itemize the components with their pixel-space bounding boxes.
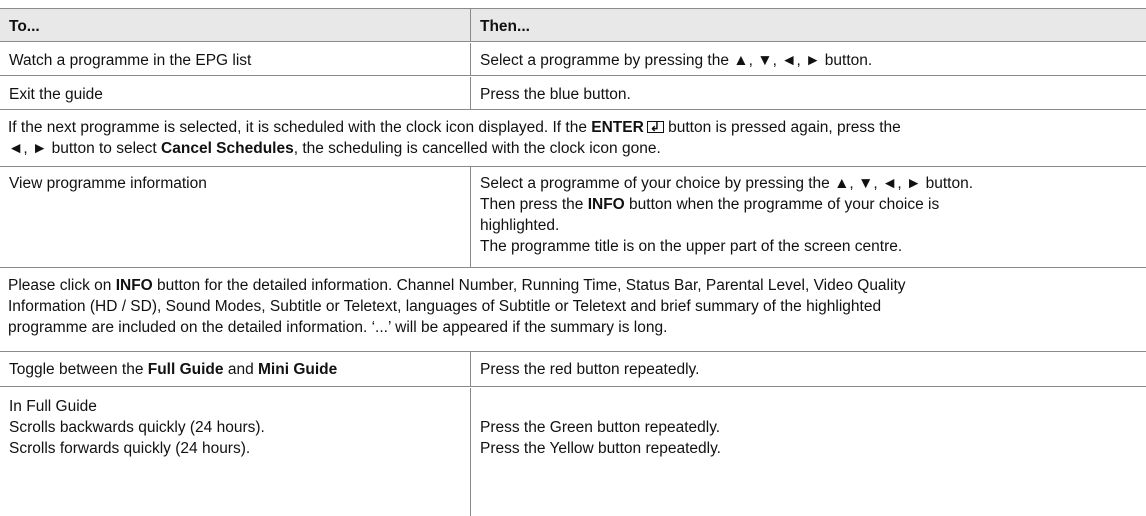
cell-to-text: View programme information [9, 175, 207, 192]
header-to-label: To... [9, 18, 40, 35]
cell-then-text: Select a programme by pressing the ▲, ▼,… [480, 52, 873, 69]
table-row: In Full Guide Scrolls backwards quickly … [0, 388, 1146, 516]
cell-then-line: highlighted. [480, 217, 560, 234]
enter-icon [646, 117, 664, 138]
header-then: Then... [471, 9, 1146, 41]
cell-then-text: Then press the [480, 196, 588, 213]
full-guide-label: Full Guide [147, 361, 224, 378]
info-button-label: INFO [587, 196, 625, 213]
cell-then-line: The programme title is on the upper part… [480, 238, 903, 255]
cell-then: Select a programme by pressing the ▲, ▼,… [471, 43, 1146, 75]
cell-then-text: button when the programme of your choice… [624, 196, 940, 213]
header-to: To... [0, 9, 471, 41]
cell-then: Press the blue button. [471, 77, 1146, 109]
mini-guide-label: Mini Guide [258, 361, 338, 378]
in-full-guide-label: In Full Guide [9, 398, 97, 415]
note-text: Please click on [8, 277, 116, 294]
cell-to: View programme information [0, 167, 471, 267]
green-button-action: Press the Green button repeatedly. [480, 419, 721, 436]
note-info: Please click on INFO button for the deta… [0, 271, 1146, 343]
cell-to-text: Toggle between the [9, 361, 148, 378]
cell-to: Toggle between the Full Guide and Mini G… [0, 352, 471, 386]
cancel-schedules-label: Cancel Schedules [161, 140, 294, 157]
cell-then: Press the red button repeatedly. [471, 352, 1146, 386]
cell-then: Select a programme of your choice by pre… [471, 167, 1146, 267]
cell-then-text: Press the red button repeatedly. [480, 361, 700, 378]
cell-to-text: Exit the guide [9, 86, 103, 103]
note-schedule-line2: ◄, ► button to select Cancel Schedules, … [8, 138, 1138, 159]
scroll-forwards-label: Scrolls forwards quickly (24 hours). [9, 440, 251, 457]
yellow-button-action: Press the Yellow button repeatedly. [480, 440, 721, 457]
note-info-line3: programme are included on the detailed i… [8, 319, 668, 336]
table-row: Watch a programme in the EPG list Select… [0, 43, 1146, 76]
note-text: , the scheduling is cancelled with the c… [293, 140, 661, 157]
table-row: Exit the guide Press the blue button. [0, 77, 1146, 110]
note-text: button for the detailed information. Cha… [152, 277, 906, 294]
header-then-label: Then... [480, 18, 530, 35]
cell-to-text: and [223, 361, 259, 378]
cell-to-text: Watch a programme in the EPG list [9, 52, 252, 69]
info-button-label: INFO [115, 277, 153, 294]
cell-to: Watch a programme in the EPG list [0, 43, 471, 75]
note-schedule: If the next programme is selected, it is… [0, 113, 1146, 163]
note-text: If the next programme is selected, it is… [8, 119, 592, 136]
cell-then: Press the Green button repeatedly. Press… [471, 388, 1146, 516]
cell-then-line: Select a programme of your choice by pre… [480, 175, 974, 192]
note-schedule-line1: If the next programme is selected, it is… [8, 117, 1138, 138]
table-row: Toggle between the Full Guide and Mini G… [0, 351, 1146, 387]
cell-to: In Full Guide Scrolls backwards quickly … [0, 388, 471, 516]
scroll-backwards-label: Scrolls backwards quickly (24 hours). [9, 419, 265, 436]
note-info-line2: Information (HD / SD), Sound Modes, Subt… [8, 298, 882, 315]
note-info-line1: Please click on INFO button for the deta… [8, 275, 1138, 296]
note-text: ◄, ► button to select [8, 140, 162, 157]
note-text: button is pressed again, press the [663, 119, 901, 136]
enter-button-label: ENTER [591, 119, 644, 136]
cell-then-line: Then press the INFO button when the prog… [480, 194, 1146, 215]
cell-to: Exit the guide [0, 77, 471, 109]
table-header-row: To... Then... [0, 8, 1146, 42]
cell-then-text: Press the blue button. [480, 86, 631, 103]
table-row: View programme information Select a prog… [0, 166, 1146, 268]
